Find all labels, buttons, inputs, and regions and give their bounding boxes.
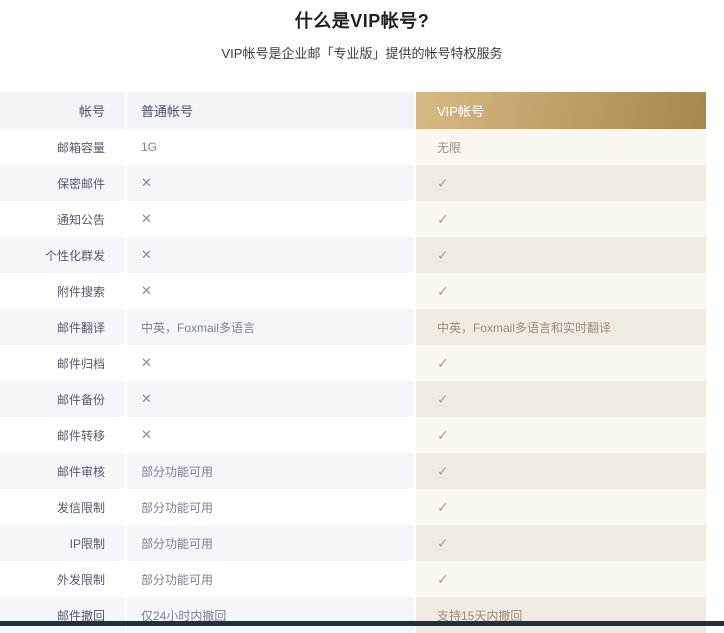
- normal-account-value: 中英，Foxmail多语言: [127, 309, 414, 345]
- comparison-table: 帐号 普通帐号 VIP帐号 邮箱容量 1G 无限 保密邮件 ✕ ✓ 通知公告 ✕…: [0, 92, 706, 633]
- table-row: 邮件转移 ✕ ✓: [0, 417, 706, 453]
- table-row: 邮件归档 ✕ ✓: [0, 345, 706, 381]
- table-row: 个性化群发 ✕ ✓: [0, 237, 706, 273]
- vip-account-value: 支持15天内撤回: [416, 597, 706, 633]
- feature-label: 邮件撤回: [0, 597, 125, 633]
- table-row: 邮件翻译 中英，Foxmail多语言 中英，Foxmail多语言和实时翻译: [0, 309, 706, 345]
- cross-icon: ✕: [127, 381, 414, 417]
- feature-label: 个性化群发: [0, 237, 125, 273]
- cross-icon: ✕: [127, 417, 414, 453]
- check-icon: ✓: [416, 453, 706, 489]
- cross-icon: ✕: [127, 165, 414, 201]
- bottom-edge-bar: [0, 621, 724, 626]
- cross-icon: ✕: [127, 237, 414, 273]
- check-icon: ✓: [416, 525, 706, 561]
- feature-label: 保密邮件: [0, 165, 125, 201]
- normal-account-value: 仅24小时内撤回: [127, 597, 414, 633]
- check-icon: ✓: [416, 345, 706, 381]
- feature-label: 邮件备份: [0, 381, 125, 417]
- cross-icon: ✕: [127, 273, 414, 309]
- feature-label: 发信限制: [0, 489, 125, 525]
- table-row: 附件搜索 ✕ ✓: [0, 273, 706, 309]
- normal-account-value: 1G: [127, 129, 414, 165]
- normal-account-value: 部分功能可用: [127, 453, 414, 489]
- cross-icon: ✕: [127, 345, 414, 381]
- feature-label: 邮件转移: [0, 417, 125, 453]
- table-row: 邮箱容量 1G 无限: [0, 129, 706, 165]
- header-account: 帐号: [0, 92, 125, 129]
- table-row: 外发限制 部分功能可用 ✓: [0, 561, 706, 597]
- feature-label: 邮箱容量: [0, 129, 125, 165]
- feature-label: 通知公告: [0, 201, 125, 237]
- check-icon: ✓: [416, 561, 706, 597]
- feature-label: 邮件归档: [0, 345, 125, 381]
- page-title: 什么是VIP帐号?: [0, 10, 724, 32]
- table-body: 邮箱容量 1G 无限 保密邮件 ✕ ✓ 通知公告 ✕ ✓ 个性化群发 ✕ ✓ 附…: [0, 129, 706, 633]
- page-subtitle: VIP帐号是企业邮「专业版」提供的帐号特权服务: [0, 46, 724, 62]
- feature-label: 邮件翻译: [0, 309, 125, 345]
- check-icon: ✓: [416, 237, 706, 273]
- check-icon: ✓: [416, 273, 706, 309]
- check-icon: ✓: [416, 417, 706, 453]
- check-icon: ✓: [416, 201, 706, 237]
- cross-icon: ✕: [127, 201, 414, 237]
- table-row: 邮件备份 ✕ ✓: [0, 381, 706, 417]
- header-normal-account: 普通帐号: [127, 92, 414, 129]
- normal-account-value: 部分功能可用: [127, 525, 414, 561]
- check-icon: ✓: [416, 489, 706, 525]
- feature-label: 附件搜索: [0, 273, 125, 309]
- table-row: 保密邮件 ✕ ✓: [0, 165, 706, 201]
- page-heading: 什么是VIP帐号? VIP帐号是企业邮「专业版」提供的帐号特权服务: [0, 0, 724, 62]
- vip-account-value: 无限: [416, 129, 706, 165]
- feature-label: IP限制: [0, 525, 125, 561]
- check-icon: ✓: [416, 381, 706, 417]
- table-row: IP限制 部分功能可用 ✓: [0, 525, 706, 561]
- feature-label: 邮件审核: [0, 453, 125, 489]
- table-row: 邮件审核 部分功能可用 ✓: [0, 453, 706, 489]
- check-icon: ✓: [416, 165, 706, 201]
- normal-account-value: 部分功能可用: [127, 489, 414, 525]
- vip-account-value: 中英，Foxmail多语言和实时翻译: [416, 309, 706, 345]
- feature-label: 外发限制: [0, 561, 125, 597]
- table-row: 通知公告 ✕ ✓: [0, 201, 706, 237]
- header-vip-account: VIP帐号: [416, 92, 706, 129]
- normal-account-value: 部分功能可用: [127, 561, 414, 597]
- table-header-row: 帐号 普通帐号 VIP帐号: [0, 92, 706, 129]
- table-row: 邮件撤回 仅24小时内撤回 支持15天内撤回: [0, 597, 706, 633]
- table-row: 发信限制 部分功能可用 ✓: [0, 489, 706, 525]
